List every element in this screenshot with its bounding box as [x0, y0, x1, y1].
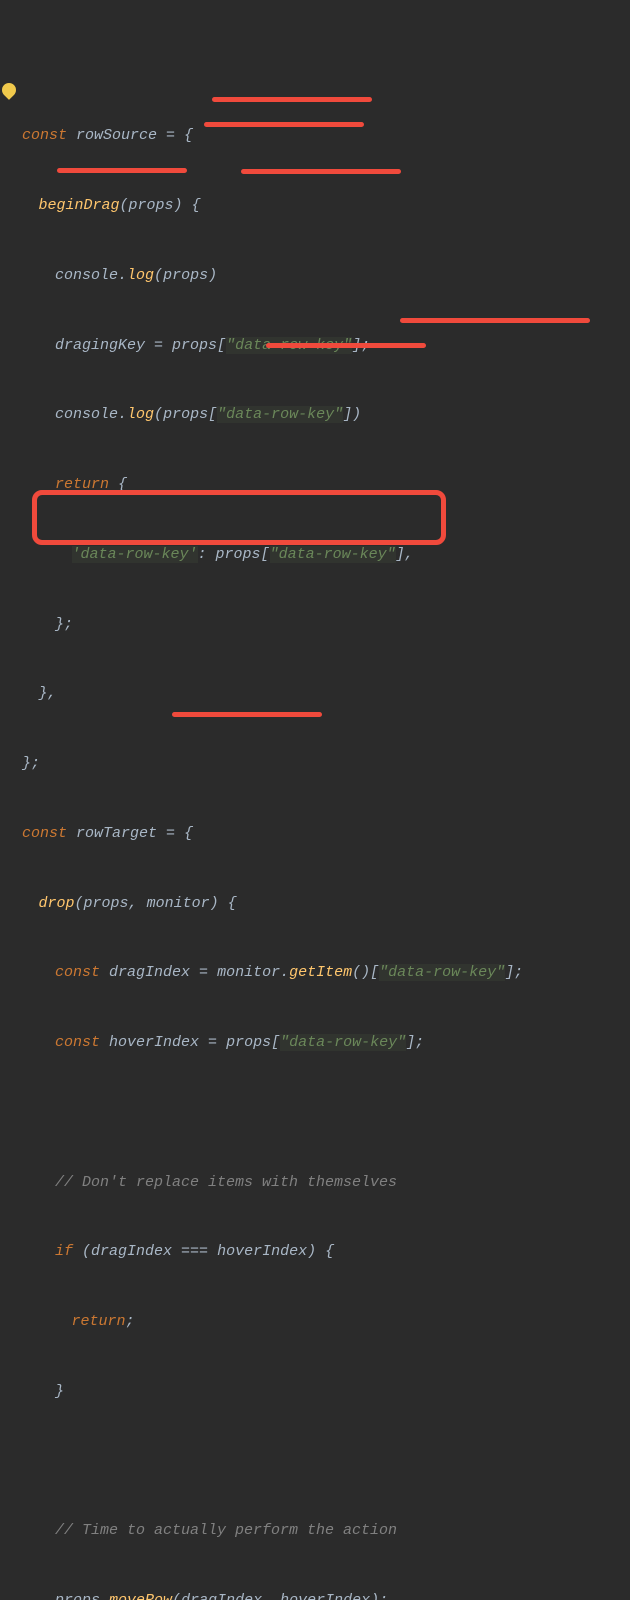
annotation-underline [241, 169, 401, 174]
code-line: const rowSource = { [22, 124, 630, 147]
code-line: const rowTarget = { [22, 822, 630, 845]
annotation-underline [57, 168, 187, 173]
code-line: }, [22, 682, 630, 705]
code-line: 'data-row-key': props["data-row-key"], [22, 543, 630, 566]
code-line: } [22, 1380, 630, 1403]
annotation-underline [172, 712, 322, 717]
annotation-box [32, 490, 446, 545]
code-line: console.log(props) [22, 264, 630, 287]
annotation-underline [212, 97, 372, 102]
code-line: }; [22, 752, 630, 775]
code-line: if (dragIndex === hoverIndex) { [22, 1240, 630, 1263]
code-editor[interactable]: const rowSource = { beginDrag(props) { c… [0, 0, 630, 1600]
code-line [22, 1450, 630, 1473]
code-line: const hoverIndex = props["data-row-key"]… [22, 1031, 630, 1054]
code-line: return; [22, 1310, 630, 1333]
annotation-underline [400, 318, 590, 323]
code-line: drop(props, monitor) { [22, 892, 630, 915]
code-line: console.log(props["data-row-key"]) [22, 403, 630, 426]
code-line: props.moveRow(dragIndex, hoverIndex); [22, 1589, 630, 1600]
code-line: const dragIndex = monitor.getItem()["dat… [22, 961, 630, 984]
code-line: beginDrag(props) { [22, 194, 630, 217]
code-line: // Don't replace items with themselves [22, 1171, 630, 1194]
code-line: // Time to actually perform the action [22, 1519, 630, 1542]
annotation-underline [266, 343, 426, 348]
annotation-underline [204, 122, 364, 127]
code-line: }; [22, 613, 630, 636]
code-line [22, 1101, 630, 1124]
lightbulb-icon[interactable] [0, 80, 19, 100]
